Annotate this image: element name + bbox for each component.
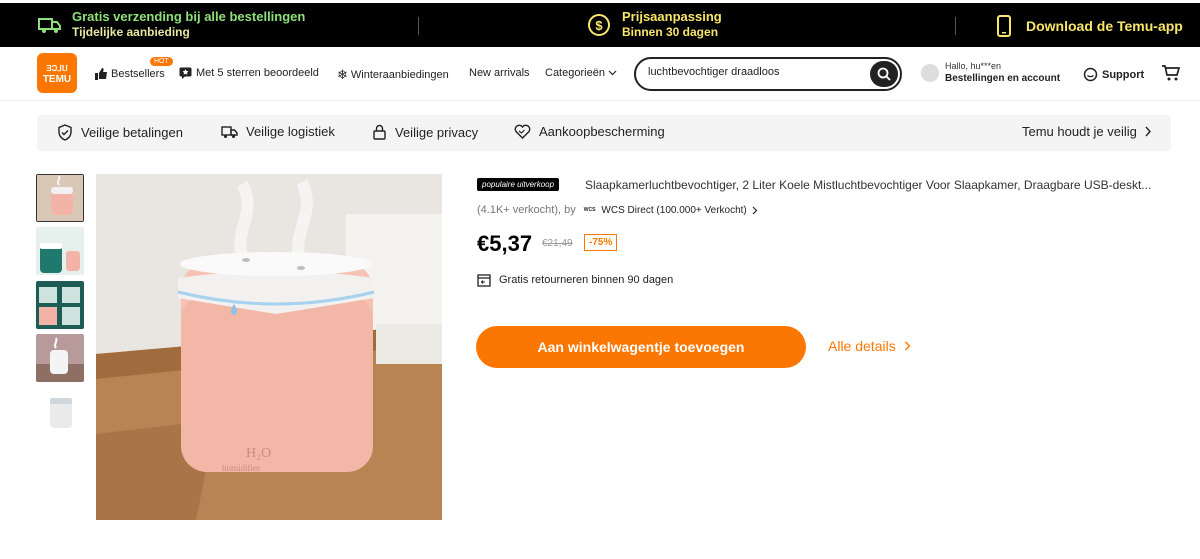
cart-button[interactable] (1161, 64, 1181, 87)
main-product-image[interactable]: H₂O humidifier (96, 174, 442, 520)
safe-payments-label: Veilige betalingen (81, 125, 183, 140)
humidifier-lifestyle-thumb-image (36, 334, 84, 382)
humidifier-thumb-image (37, 175, 83, 221)
lock-icon (373, 124, 386, 140)
popular-sale-badge: populaire uitverkoop (477, 178, 560, 191)
divider (955, 17, 956, 35)
thumbnail-3[interactable] (36, 281, 84, 329)
seller-link[interactable]: WCS Direct (100.000+ Verkocht) (601, 205, 746, 216)
chevron-down-icon (608, 70, 617, 76)
humidifier-photo: H₂O humidifier (96, 174, 442, 520)
seller-logo: WCS (583, 207, 596, 213)
download-app-label: Download de Temu-app (1026, 18, 1183, 34)
humidifier-features-thumb-image (36, 281, 84, 329)
account-label: Bestellingen en account (945, 73, 1061, 84)
purchase-protection-label: Aankoopbescherming (539, 124, 665, 139)
discount-badge: -75% (584, 234, 618, 251)
support-chat-icon (1083, 67, 1098, 82)
image-text-h2o: H₂O (246, 446, 271, 461)
thumbnail-2[interactable] (36, 227, 84, 275)
all-details-label: Alle details (828, 338, 896, 354)
chevron-right-icon (752, 206, 758, 214)
safe-logistics[interactable]: Veilige logistiek (221, 124, 335, 139)
image-text-humidifier: humidifier (222, 463, 260, 473)
support-label: Support (1102, 68, 1145, 81)
truck-icon (38, 17, 61, 33)
nav-bestsellers-label: Bestsellers (111, 67, 165, 80)
humidifier-white-thumb-image (36, 388, 84, 436)
free-shipping-promo[interactable]: Gratis verzending bij alle bestellingen … (38, 9, 305, 40)
safe-privacy-label: Veilige privacy (395, 124, 479, 140)
free-returns-label: Gratis retourneren binnen 90 dagen (499, 274, 674, 286)
all-details-link[interactable]: Alle details (828, 338, 911, 354)
current-price: €5,37 (477, 231, 533, 256)
star-review-icon (179, 67, 192, 79)
nav-new-arrivals[interactable]: New arrivals (469, 67, 530, 79)
nav-categories-label: Categorieën (545, 67, 605, 79)
cart-icon (1162, 65, 1181, 81)
site-header: ƎƆ⅃ᑌ TEMU Bestsellers HOT Met 5 sterren … (0, 47, 1200, 101)
thumbnail-4[interactable] (36, 334, 84, 382)
thumbnail-1[interactable] (36, 174, 84, 222)
free-shipping-title: Gratis verzending bij alle bestellingen (72, 9, 306, 24)
temu-keeps-safe-link[interactable]: Temu houdt je veilig (1022, 124, 1152, 139)
nav-five-stars-label: Met 5 sterren beoordeeld (196, 67, 319, 79)
product-title: Slaapkamerluchtbevochtiger, 2 Liter Koel… (585, 178, 1152, 192)
price-adjust-promo[interactable]: $ Prijsaanpassing Binnen 30 dagen (586, 9, 722, 40)
nav-winter[interactable]: ❄ Winteraanbiedingen (337, 67, 449, 83)
search-icon (877, 67, 891, 81)
free-returns-info[interactable]: Gratis retourneren binnen 90 dagen (477, 273, 673, 287)
hot-badge: HOT (150, 57, 173, 66)
safety-bar: Veilige betalingen Veilige logistiek Vei… (37, 115, 1171, 151)
search-input[interactable] (648, 66, 848, 78)
nav-new-arrivals-label: New arrivals (469, 67, 530, 79)
humidifier-teal-thumb-image (36, 227, 84, 275)
nav-categories[interactable]: Categorieën (545, 67, 617, 79)
safe-logistics-label: Veilige logistiek (246, 124, 335, 139)
download-app-link[interactable]: Download de Temu-app (996, 15, 1183, 37)
account-menu[interactable]: Hallo, hu***en Bestellingen en account (921, 61, 1060, 85)
search-button[interactable] (870, 61, 898, 87)
snowflake-icon: ❄ (337, 67, 348, 82)
thumbs-up-icon (95, 68, 107, 80)
safe-privacy[interactable]: Veilige privacy (372, 124, 478, 140)
thumbnail-5[interactable] (36, 388, 84, 436)
chevron-right-icon (1145, 126, 1151, 137)
divider (418, 17, 419, 35)
dollar-clock-icon: $ (588, 13, 610, 36)
chevron-right-icon (904, 341, 911, 351)
purchase-protection[interactable]: Aankoopbescherming (514, 124, 665, 139)
shield-check-icon (58, 124, 72, 141)
original-price: €21,49 (542, 238, 573, 249)
price-adjust-subtitle: Binnen 30 dagen (622, 25, 719, 39)
avatar (921, 64, 939, 82)
logo-mark: ƎƆ⅃ᑌ (46, 64, 68, 73)
support-link[interactable]: Support (1083, 67, 1144, 82)
svg-text:$: $ (595, 18, 603, 33)
return-box-icon (477, 274, 491, 287)
add-to-cart-button[interactable]: Aan winkelwagentje toevoegen (476, 326, 806, 368)
sold-count: (4.1K+ verkocht), by (477, 204, 576, 216)
keeps-safe-label: Temu houdt je veilig (1022, 124, 1137, 139)
account-greeting: Hallo, hu***en (945, 61, 1002, 71)
handshake-heart-icon (514, 124, 531, 139)
price-adjust-title: Prijsaanpassing (622, 9, 722, 24)
sold-and-seller: (4.1K+ verkocht), by WCS WCS Direct (100… (477, 204, 758, 216)
safe-payments[interactable]: Veilige betalingen (57, 124, 183, 141)
logo-text: TEMU (42, 74, 72, 85)
nav-five-stars[interactable]: Met 5 sterren beoordeeld (179, 67, 319, 79)
temu-logo[interactable]: ƎƆ⅃ᑌ TEMU (37, 53, 77, 93)
phone-icon (997, 15, 1011, 37)
free-shipping-subtitle: Tijdelijke aanbieding (72, 25, 190, 39)
nav-bestsellers[interactable]: Bestsellers (94, 67, 165, 80)
nav-winter-label: Winteraanbiedingen (350, 69, 449, 81)
promo-bar: Gratis verzending bij alle bestellingen … (0, 3, 1200, 47)
search-bar (634, 57, 902, 91)
truck-icon (221, 125, 238, 138)
